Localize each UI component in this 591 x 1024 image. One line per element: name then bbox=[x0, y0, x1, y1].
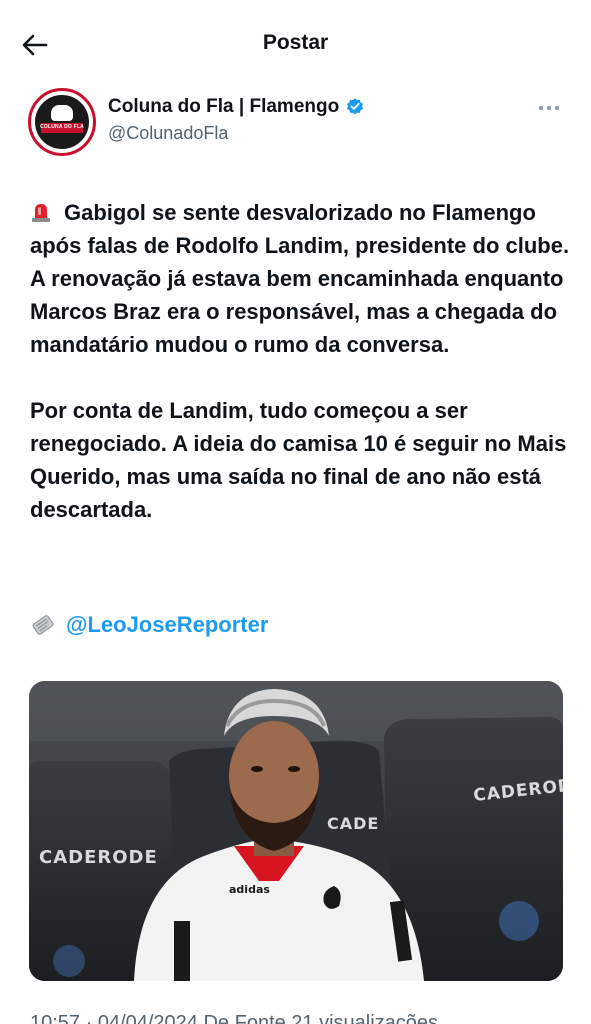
tweet-timestamp-partial: 10:57 · 04/04/2024 De Fonte 21 visualiza… bbox=[30, 1012, 439, 1024]
tweet-author: COLUNA DO FLA Coluna do Fla | Flamengo @… bbox=[28, 88, 571, 158]
tweet-paragraph-1-text: Gabigol se sente desvalorizado no Flamen… bbox=[30, 200, 570, 357]
more-options-button[interactable] bbox=[537, 96, 561, 120]
tweet-paragraph-2: Por conta de Landim, tudo começou a ser … bbox=[30, 398, 567, 522]
jersey-brand: adidas bbox=[229, 883, 270, 896]
sponsor-text-middle: CADE bbox=[327, 814, 379, 833]
tweet-text: Gabigol se sente desvalorizado no Flamen… bbox=[30, 196, 570, 526]
mention-link[interactable]: @LeoJoseReporter bbox=[66, 612, 268, 638]
tweet-photo[interactable]: CADERODE CADE CADERODE adidas bbox=[29, 681, 563, 981]
sponsor-text-left: CADERODE bbox=[39, 847, 158, 868]
avatar[interactable]: COLUNA DO FLA bbox=[28, 88, 96, 156]
more-horizontal-icon bbox=[539, 106, 559, 110]
avatar-logo: COLUNA DO FLA bbox=[35, 95, 89, 149]
author-handle[interactable]: @ColunadoFla bbox=[108, 123, 365, 144]
verified-badge-icon bbox=[347, 98, 364, 115]
display-name[interactable]: Coluna do Fla | Flamengo bbox=[108, 96, 339, 118]
author-names: Coluna do Fla | Flamengo @ColunadoFla bbox=[108, 96, 365, 144]
photo-bench-player: CADERODE CADE CADERODE adidas bbox=[29, 681, 563, 981]
page-title: Postar bbox=[262, 31, 329, 54]
newspaper-icon bbox=[32, 615, 54, 635]
credit-line: @LeoJoseReporter bbox=[30, 612, 268, 638]
display-name-row: Coluna do Fla | Flamengo bbox=[108, 96, 365, 118]
avatar-logo-text: COLUNA DO FLA bbox=[40, 124, 84, 130]
logo-mark bbox=[51, 105, 73, 121]
top-bar: Postar bbox=[0, 0, 591, 88]
tweet-paragraph-1: Gabigol se sente desvalorizado no Flamen… bbox=[30, 196, 570, 361]
police-siren-icon bbox=[32, 204, 50, 222]
